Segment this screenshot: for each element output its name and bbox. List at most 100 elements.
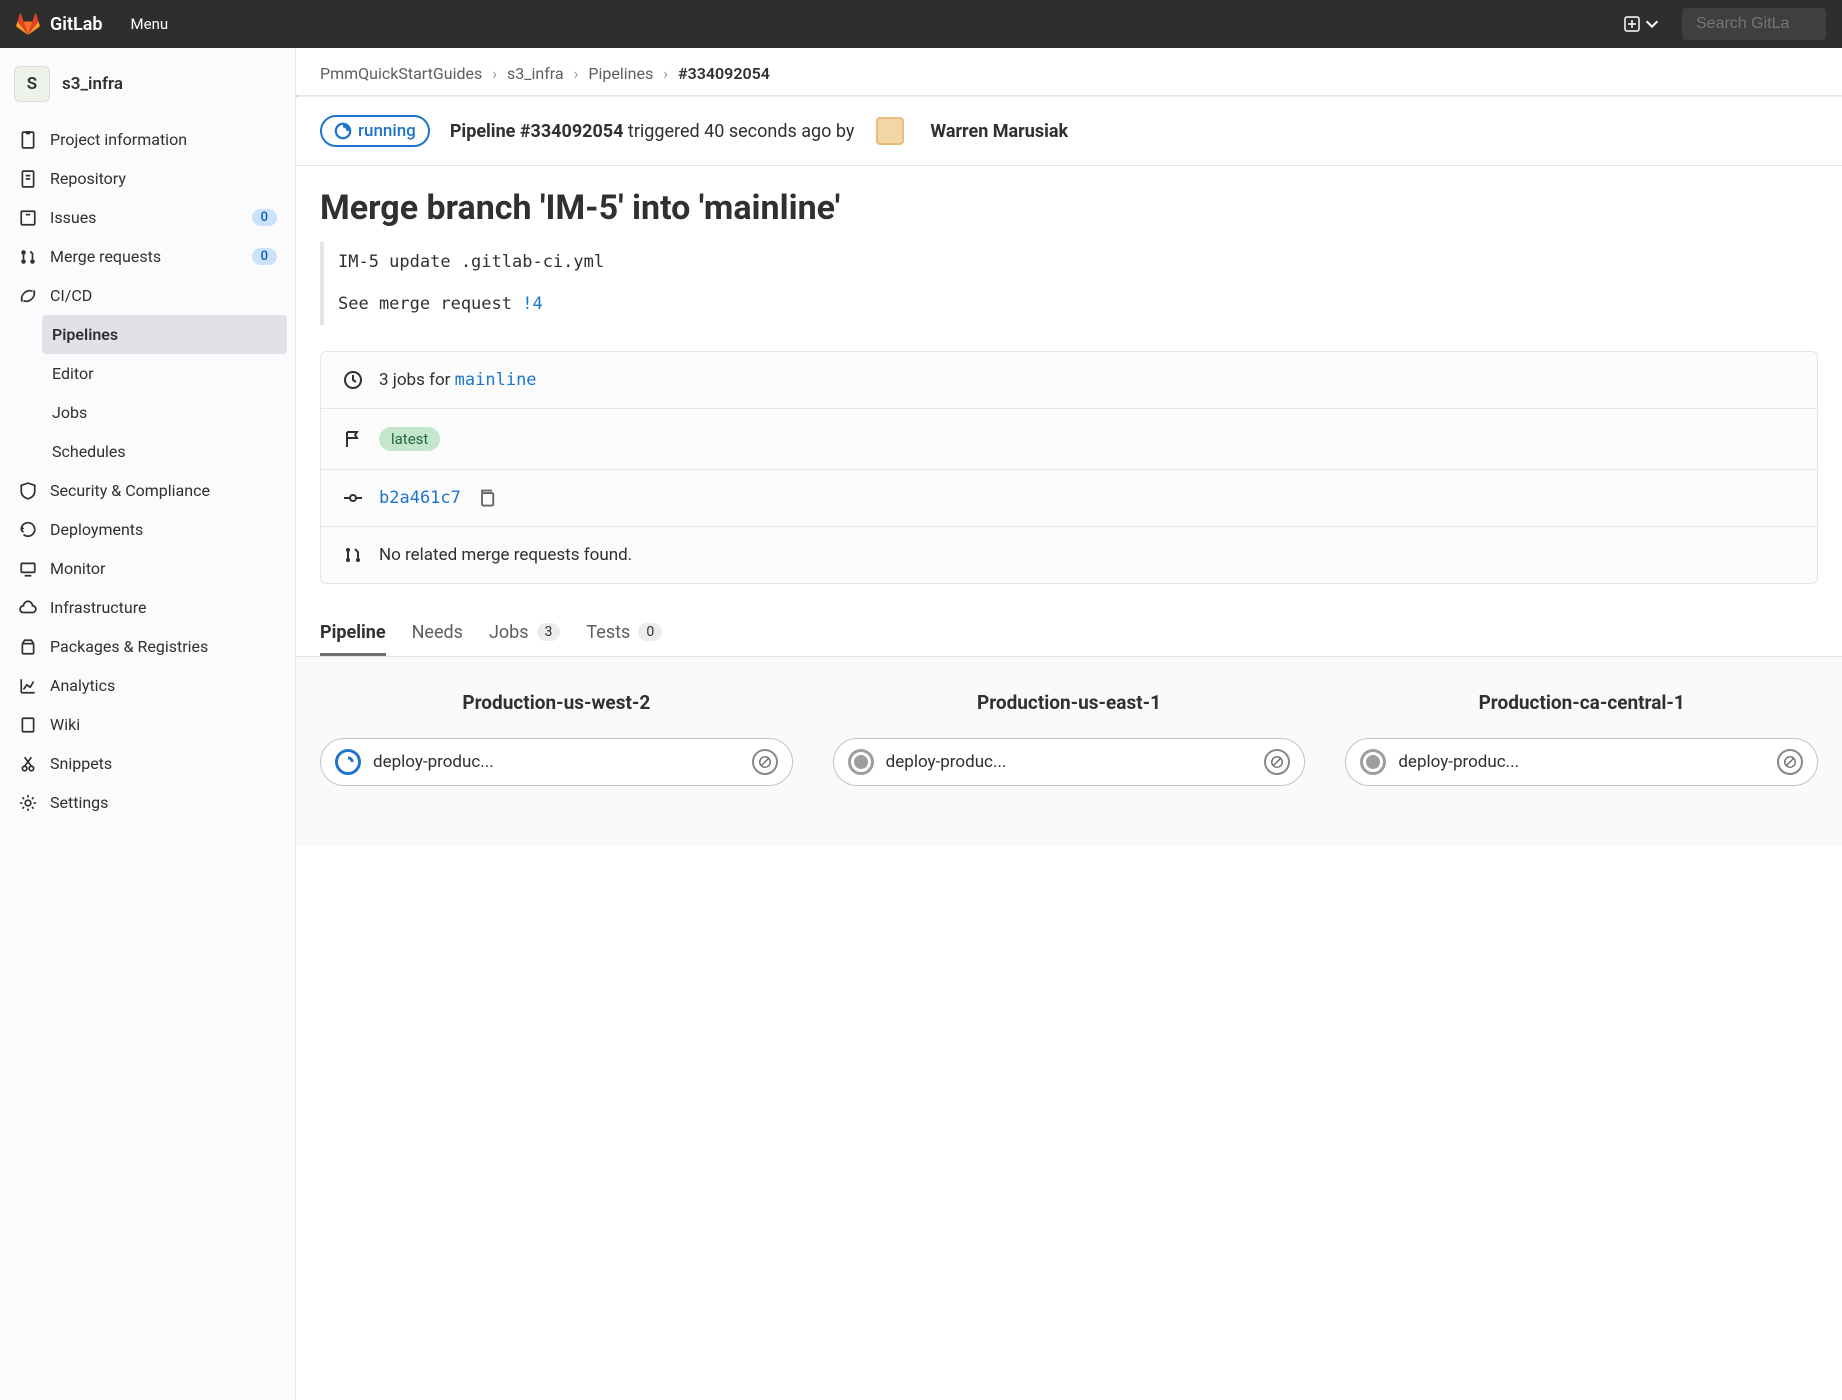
copy-icon[interactable] [477,488,497,508]
sidebar-item-settings[interactable]: Settings [8,783,287,822]
info-row-tag: latest [321,409,1817,470]
sidebar-item-label: Infrastructure [50,598,146,617]
sidebar-subitem-pipelines[interactable]: Pipelines [42,315,287,354]
breadcrumb-item[interactable]: PmmQuickStartGuides [320,64,482,83]
sidebar-item-label: Schedules [52,442,126,461]
snippets-icon [18,755,38,773]
job-pill[interactable]: deploy-produc... [320,738,793,786]
sidebar-item-project-information[interactable]: Project information [8,120,287,159]
commit-msg-line: See merge request !4 [338,288,1804,320]
count-badge: 0 [252,209,277,226]
stage-title: Production-us-west-2 [320,691,793,714]
cancel-icon [1783,755,1797,769]
pipeline-status-badge[interactable]: running [320,115,430,147]
sidebar-item-label: Pipelines [52,325,118,344]
sidebar-item-analytics[interactable]: Analytics [8,666,287,705]
breadcrumb-item[interactable]: s3_infra [507,64,564,83]
tab-label: Pipeline [320,622,386,643]
breadcrumb: PmmQuickStartGuides › s3_infra › Pipelin… [296,64,1842,95]
issues-icon [18,209,38,227]
cancel-icon [1270,755,1284,769]
sidebar-item-wiki[interactable]: Wiki [8,705,287,744]
sidebar-subitem-editor[interactable]: Editor [42,354,287,393]
brand-text: GitLab [50,14,103,35]
job-action-button[interactable] [752,749,778,775]
job-status-icon [335,749,361,775]
merge-request-icon [343,545,363,565]
tab-label: Needs [412,622,463,643]
sidebar-item-label: Jobs [52,403,87,422]
job-pill[interactable]: deploy-produc... [1345,738,1818,786]
sidebar-item-label: Snippets [50,754,112,773]
topbar: GitLab Menu [0,0,1842,48]
sidebar-subitem-jobs[interactable]: Jobs [42,393,287,432]
sidebar-item-issues[interactable]: Issues 0 [8,198,287,237]
chevron-down-icon [1644,16,1660,32]
global-search[interactable] [1682,8,1826,40]
sidebar-subitem-schedules[interactable]: Schedules [42,432,287,471]
project-avatar: S [14,66,50,102]
job-pill[interactable]: deploy-produc... [833,738,1306,786]
sidebar-item-label: Wiki [50,715,80,734]
sidebar-item-label: Settings [50,793,108,812]
sidebar-item-label: Repository [50,169,126,188]
job-status-icon [1360,749,1386,775]
job-status-icon [848,749,874,775]
plus-icon [1624,16,1640,32]
commit-msg-line: IM-5 update .gitlab-ci.yml [338,246,1804,278]
sidebar-item-label: Deployments [50,520,143,539]
sidebar-item-repository[interactable]: Repository [8,159,287,198]
breadcrumb-item[interactable]: Pipelines [588,64,653,83]
sidebar-item-infrastructure[interactable]: Infrastructure [8,588,287,627]
triggered-by-user[interactable]: Warren Marusiak [930,121,1068,142]
tab-label: Jobs [489,622,529,643]
sidebar-item-merge-requests[interactable]: Merge requests0 [8,237,287,276]
stage-column: Production-ca-central-1 deploy-produc... [1345,683,1818,786]
page-title: Merge branch 'IM-5' into 'mainline' [320,188,1818,228]
sidebar-item-label: Project information [50,130,187,149]
pipeline-trigger-row: running Pipeline #334092054 triggered 40… [296,97,1842,166]
running-icon [334,122,352,140]
tab-count: 0 [638,623,662,641]
project-context[interactable]: S s3_infra [8,56,287,112]
user-avatar[interactable] [876,117,904,145]
branch-link[interactable]: mainline [455,370,537,390]
sidebar-item-security-compliance[interactable]: Security & Compliance [8,471,287,510]
wiki-icon [18,716,38,734]
security-icon [18,482,38,500]
trigger-text: Pipeline #334092054 triggered 40 seconds… [450,121,855,142]
repo-icon [18,170,38,188]
sidebar-item-packages-registries[interactable]: Packages & Registries [8,627,287,666]
sidebar-item-label: Security & Compliance [50,481,210,500]
sidebar-item-monitor[interactable]: Monitor [8,549,287,588]
tab-tests[interactable]: Tests 0 [586,612,662,656]
clock-icon [343,370,363,390]
tab-pipeline[interactable]: Pipeline [320,612,386,656]
tab-needs[interactable]: Needs [412,612,463,656]
stage-title: Production-us-east-1 [833,691,1306,714]
sidebar-item-deployments[interactable]: Deployments [8,510,287,549]
deploy-icon [18,521,38,539]
tab-label: Tests [586,622,630,643]
sidebar-item-label: Packages & Registries [50,637,208,656]
job-action-button[interactable] [1264,749,1290,775]
create-dropdown[interactable] [1624,16,1660,32]
commit-message: IM-5 update .gitlab-ci.yml See merge req… [320,242,1818,325]
flag-icon [343,429,363,449]
menu-button[interactable]: Menu [123,15,169,33]
info-row-sha: b2a461c7 [321,470,1817,527]
job-action-button[interactable] [1777,749,1803,775]
sidebar-item-snippets[interactable]: Snippets [8,744,287,783]
merge-request-link[interactable]: !4 [522,294,542,314]
gitlab-brand[interactable]: GitLab [16,12,103,36]
commit-msg-prefix: See merge request [338,294,522,314]
triggered-text: triggered 40 seconds ago by [623,121,854,142]
search-input[interactable] [1694,14,1814,34]
stage-title: Production-ca-central-1 [1345,691,1818,714]
commit-sha-link[interactable]: b2a461c7 [379,488,461,508]
latest-tag: latest [379,427,440,451]
tab-jobs[interactable]: Jobs3 [489,612,560,656]
cancel-icon [758,755,772,769]
sidebar-item-label: Issues [50,208,96,227]
sidebar-item-ci-cd[interactable]: CI/CD [8,276,287,315]
